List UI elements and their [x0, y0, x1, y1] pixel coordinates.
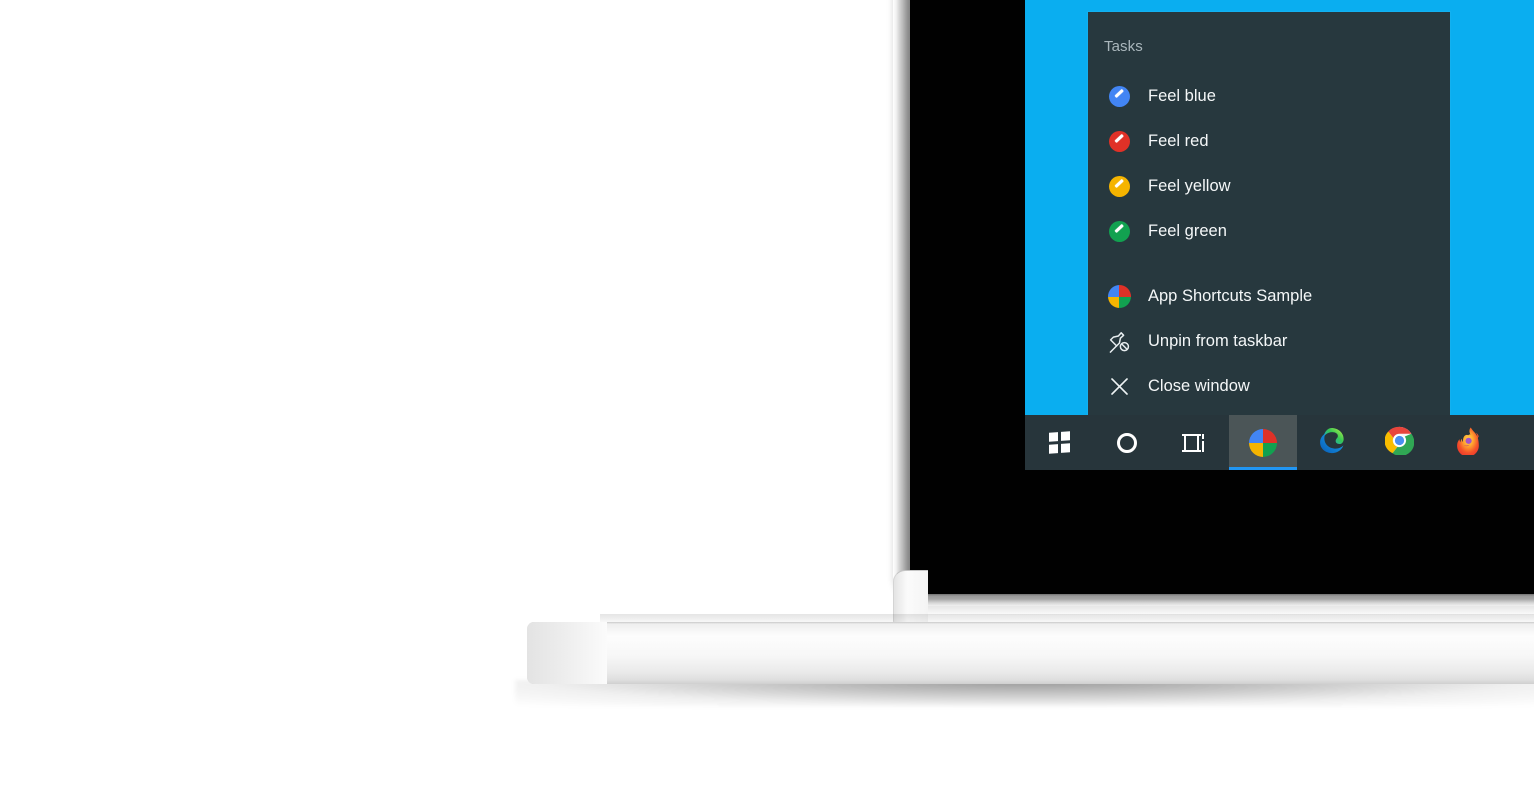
laptop-base-deck	[527, 622, 1534, 684]
jumplist-item-label: Feel red	[1148, 132, 1209, 150]
firefox-icon	[1453, 426, 1482, 460]
jumplist-item-label: Feel green	[1148, 222, 1227, 240]
windows-logo-icon	[1048, 431, 1070, 454]
cortana-circle-icon	[1117, 432, 1137, 453]
taskbar-item-app-shortcuts-sample[interactable]	[1229, 415, 1297, 470]
start-button[interactable]	[1025, 415, 1093, 470]
task-view-icon	[1182, 433, 1208, 453]
taskbar-item-edge[interactable]	[1297, 415, 1365, 470]
pencil-circle-icon	[1104, 131, 1134, 152]
jumplist-item-label: Feel yellow	[1148, 177, 1231, 195]
jumplist-items: Feel blue Feel red Feel yellow Feel gree…	[1088, 74, 1450, 409]
jumplist-item-feel-green[interactable]: Feel green	[1088, 209, 1450, 254]
taskview-button[interactable]	[1161, 415, 1229, 470]
taskbar-item-firefox[interactable]	[1433, 415, 1501, 470]
close-icon	[1104, 376, 1134, 397]
jumplist-item-app-shortcuts-sample[interactable]: App Shortcuts Sample	[1088, 274, 1450, 319]
jumplist-item-label: App Shortcuts Sample	[1148, 287, 1313, 305]
pencil-circle-icon	[1104, 86, 1134, 107]
jumplist-item-feel-blue[interactable]: Feel blue	[1088, 74, 1450, 119]
laptop-base-left-face	[527, 622, 607, 684]
jumplist-item-unpin-from-taskbar[interactable]: Unpin from taskbar	[1088, 319, 1450, 364]
jumplist-item-feel-yellow[interactable]: Feel yellow	[1088, 164, 1450, 209]
edge-icon	[1317, 426, 1346, 460]
jumplist-item-label: Feel blue	[1148, 87, 1216, 105]
taskbar-item-chrome[interactable]	[1365, 415, 1433, 470]
taskbar	[1025, 415, 1534, 470]
unpin-icon	[1104, 330, 1134, 354]
jumplist-item-label: Unpin from taskbar	[1148, 332, 1288, 350]
cortana-button[interactable]	[1093, 415, 1161, 470]
chrome-icon	[1384, 426, 1414, 460]
app-quadrant-icon	[1104, 285, 1134, 308]
app-quadrant-icon	[1249, 428, 1277, 457]
jumplist-panel: Tasks Feel blue Feel red Feel yellow Fee…	[1088, 12, 1450, 415]
jumplist-header: Tasks	[1104, 38, 1143, 55]
laptop-scene: Tasks Feel blue Feel red Feel yellow Fee…	[0, 0, 1534, 805]
jumplist-item-label: Close window	[1148, 377, 1250, 395]
jumplist-separator	[1088, 254, 1450, 274]
pencil-circle-icon	[1104, 176, 1134, 197]
laptop-screen-lower-bezel	[910, 470, 1534, 594]
jumplist-item-close-window[interactable]: Close window	[1088, 364, 1450, 409]
pencil-circle-icon	[1104, 221, 1134, 242]
jumplist-item-feel-red[interactable]: Feel red	[1088, 119, 1450, 164]
